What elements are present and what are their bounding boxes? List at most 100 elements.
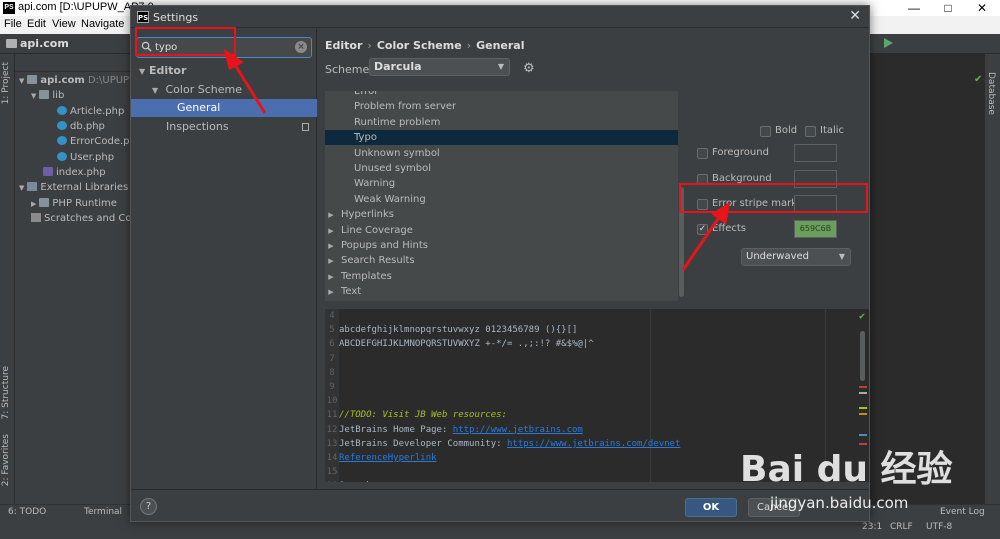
php-class-icon — [57, 121, 67, 130]
preview-line: 7 — [325, 352, 845, 366]
line-separator[interactable]: CRLF — [890, 522, 913, 532]
preview-line: 12 JetBrains Home Page: http://www.jetbra… — [325, 423, 845, 437]
php-file-icon — [43, 167, 53, 176]
settings-tree-pane: × ▼Editor ▼ Color Scheme General Inspect… — [131, 29, 317, 489]
attribute-list-item[interactable]: ▶ Popups and Hints — [325, 238, 685, 253]
run-icon[interactable] — [884, 38, 893, 48]
inspection-ok-icon: ✔ — [974, 74, 983, 85]
tree-item-php-runtime[interactable]: ▶ PHP Runtime — [31, 198, 117, 209]
italic-checkbox[interactable] — [805, 126, 816, 137]
chevron-right-icon: ▶ — [328, 211, 334, 220]
tree-item-root[interactable]: ▼ api.com D:\UPUPW — [19, 75, 139, 86]
attribute-list-item[interactable]: Error — [325, 91, 685, 99]
tree-item-editor[interactable]: ▼ Editor — [131, 62, 317, 80]
line-number: 12 — [326, 424, 338, 435]
attribute-list-item[interactable]: ▶ Templates — [325, 269, 685, 284]
breadcrumb-general: General — [476, 39, 525, 52]
tree-item-color-scheme[interactable]: ▼ Color Scheme — [131, 81, 317, 99]
tree-item-scratches[interactable]: Scratches and Con — [31, 213, 138, 224]
attribute-list-item[interactable]: ▶ Hyperlinks — [325, 207, 685, 222]
preview-hyperlink[interactable]: http://www.jetbrains.com — [453, 425, 583, 435]
line-number: 14 — [326, 453, 338, 463]
tree-item-external-libraries[interactable]: ▼ External Libraries — [19, 182, 128, 193]
inspection-ok-icon: ✔ — [858, 311, 865, 322]
todo-tab[interactable]: 6: TODO — [8, 507, 46, 517]
php-class-icon — [57, 106, 67, 115]
foreground-color-swatch[interactable] — [794, 144, 837, 162]
folder-icon — [27, 75, 38, 84]
attribute-list-item[interactable]: Problem from server — [325, 99, 685, 114]
tree-item-file[interactable]: User.php — [57, 152, 114, 163]
effect-type-select[interactable]: Underwaved ▼ — [741, 248, 851, 266]
scheme-label: Scheme: — [325, 63, 373, 76]
tree-item-file[interactable]: Article.php — [57, 106, 124, 117]
preview-scrollbar[interactable] — [860, 331, 865, 381]
chevron-down-icon: ▼ — [139, 67, 146, 76]
attribute-list-item[interactable]: Typo — [325, 130, 685, 146]
terminal-tab[interactable]: Terminal — [84, 507, 122, 517]
preview-hyperlink[interactable]: https://www.jetbrains.com/devnet — [507, 439, 680, 449]
tree-item-inspections[interactable]: Inspections — [131, 118, 317, 136]
line-number: 7 — [329, 353, 335, 364]
project-tool-tab[interactable]: 1: Project — [1, 62, 11, 104]
attribute-list-item[interactable]: Weak Warning — [325, 192, 685, 207]
project-settings-icon — [302, 123, 309, 131]
dialog-title: Settings — [153, 11, 199, 24]
chevron-right-icon: ▶ — [328, 257, 334, 266]
scheme-select[interactable]: Darcula ▼ — [369, 58, 510, 76]
database-tool-tab[interactable]: Database — [986, 72, 996, 115]
favorites-tool-tab[interactable]: 2: Favorites — [1, 434, 11, 486]
menu-edit[interactable]: Edit — [27, 18, 46, 30]
file-encoding[interactable]: UTF-8 — [926, 522, 952, 532]
foreground-checkbox[interactable] — [697, 148, 708, 159]
menu-file[interactable]: File — [4, 18, 22, 30]
menu-navigate[interactable]: Navigate — [81, 18, 124, 30]
close-dialog-icon[interactable]: ✕ — [849, 8, 861, 24]
phpstorm-logo-icon: PS — [137, 11, 149, 23]
clear-search-icon[interactable]: × — [295, 41, 307, 53]
line-number: 10 — [326, 396, 338, 407]
ok-button[interactable]: OK — [685, 498, 737, 517]
phpstorm-logo-icon: PS — [3, 2, 15, 14]
attribute-list-item[interactable]: ▶ Search Results — [325, 253, 685, 268]
structure-tool-tab[interactable]: 7: Structure — [1, 366, 11, 420]
chevron-right-icon: › — [367, 39, 372, 52]
effects-checkbox[interactable]: ✓ — [697, 224, 708, 235]
foreground-label: Foreground — [712, 147, 769, 158]
attribute-list-item[interactable]: ▶ Text — [325, 284, 685, 299]
close-window-icon[interactable]: ✕ — [968, 0, 996, 16]
watermark-url: jingyan.baidu.com — [770, 494, 909, 512]
settings-content-pane: Editor › Color Scheme › General Scheme: Darc… — [318, 29, 869, 489]
project-breadcrumb[interactable]: api.com — [20, 37, 69, 50]
tree-item-general[interactable]: General — [131, 99, 317, 117]
preview-line: 10 — [325, 394, 845, 408]
chevron-right-icon: ▶ — [328, 272, 334, 281]
php-class-icon — [57, 152, 67, 161]
line-number: 8 — [329, 367, 335, 378]
gear-icon[interactable]: ⚙ — [523, 61, 535, 76]
warning-stripe-mark — [859, 413, 867, 415]
chevron-right-icon: › — [466, 39, 472, 52]
maximize-icon[interactable]: □ — [934, 0, 962, 16]
menu-view[interactable]: View — [52, 18, 76, 30]
dropdown-arrow-icon: ▼ — [838, 252, 845, 261]
tree-item-file[interactable]: db.php — [57, 121, 105, 132]
bold-checkbox[interactable] — [760, 126, 771, 137]
tree-item-lib[interactable]: ▼ lib — [31, 90, 64, 101]
attribute-list-item[interactable]: Unused symbol — [325, 161, 685, 176]
line-number: 9 — [329, 382, 335, 392]
attribute-list-item[interactable]: Unknown symbol — [325, 146, 685, 161]
caret-position[interactable]: 23:1 — [862, 522, 882, 532]
code-text: abcdefghijklmnopqrstuvwxyz 0123456789 ()… — [339, 325, 578, 336]
help-button[interactable]: ? — [140, 498, 157, 515]
tree-item-file[interactable]: ErrorCode.p — [57, 136, 130, 147]
effects-color-swatch[interactable]: 659C6B — [794, 220, 837, 238]
preview-hyperlink[interactable]: ReferenceHyperlink — [339, 453, 437, 463]
effects-highlight-box — [679, 183, 868, 213]
attribute-list-item[interactable]: Warning — [325, 176, 685, 191]
attribute-list-item[interactable]: ▶ Line Coverage — [325, 223, 685, 238]
tree-item-file[interactable]: index.php — [43, 167, 106, 178]
right-tool-strip: Database — [985, 54, 1000, 504]
minimize-icon[interactable]: — — [900, 0, 928, 16]
attribute-list-item[interactable]: Runtime problem — [325, 115, 685, 130]
